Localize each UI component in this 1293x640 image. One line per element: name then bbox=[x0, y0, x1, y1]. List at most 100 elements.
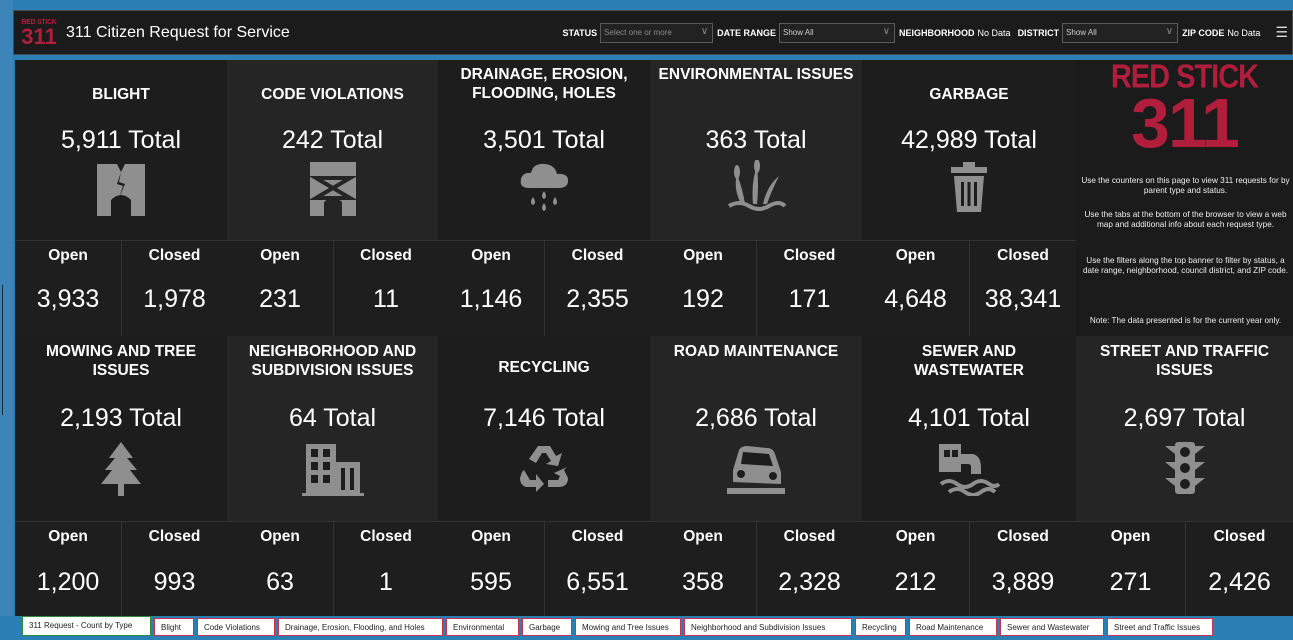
category-title: ROAD MAINTENANCE bbox=[673, 343, 839, 360]
category-total: 5,911 Total bbox=[60, 126, 181, 154]
zip-code-value[interactable]: No Data bbox=[1227, 28, 1260, 38]
tab-sewer-and-wastewater[interactable]: Sewer and Wastewater bbox=[1000, 618, 1104, 636]
chevron-down-icon: ∨ bbox=[882, 25, 891, 37]
open-count-sewer-and-wastewater[interactable]: Open 212 bbox=[862, 521, 969, 616]
tab-environmental[interactable]: Environmental bbox=[446, 618, 519, 636]
tile-environmental-issues[interactable]: ENVIRONMENTAL ISSUES 363 Total bbox=[650, 60, 862, 240]
category-title: GARBAGE bbox=[929, 86, 1009, 103]
open-count-code-violations[interactable]: Open 231 bbox=[227, 240, 333, 336]
closed-label: Closed bbox=[148, 528, 201, 545]
date-range-value: Show All bbox=[783, 27, 814, 37]
closed-label: Closed bbox=[783, 247, 836, 264]
car-pothole-icon bbox=[723, 440, 789, 501]
rain-cloud-icon bbox=[517, 160, 571, 219]
open-count-drainage-erosion-flooding-holes[interactable]: Open 1,146 bbox=[438, 240, 544, 336]
closed-value: 2,426 bbox=[1208, 568, 1271, 596]
open-value: 63 bbox=[266, 568, 294, 596]
closed-label: Closed bbox=[148, 247, 201, 264]
tile-road-maintenance[interactable]: ROAD MAINTENANCE 2,686 Total bbox=[650, 336, 862, 521]
app-header: RED STICK 311 311 Citizen Request for Se… bbox=[13, 10, 1293, 55]
neighborhood-label: NEIGHBORHOOD bbox=[899, 27, 975, 38]
open-value: 1,146 bbox=[459, 285, 523, 313]
open-count-environmental-issues[interactable]: Open 192 bbox=[650, 240, 756, 336]
category-title: CODE VIOLATIONS bbox=[261, 86, 404, 103]
category-title: STREET AND TRAFFIC ISSUES bbox=[1099, 343, 1270, 379]
closed-count-neighborhood-and-subdivision-issues[interactable]: Closed 1 bbox=[333, 521, 438, 616]
tile-blight[interactable]: BLIGHT 5,911 Total bbox=[15, 60, 227, 240]
chevron-down-icon: ∨ bbox=[700, 25, 709, 37]
tab-street-and-traffic-issues[interactable]: Street and Traffic Issues bbox=[1107, 618, 1213, 636]
tile-drainage-erosion-flooding-holes[interactable]: DRAINAGE, EROSION, FLOODING, HOLES 3,501 … bbox=[438, 60, 650, 240]
tab-mowing-and-tree-issues[interactable]: Mowing and Tree Issues bbox=[575, 618, 681, 636]
closed-count-drainage-erosion-flooding-holes[interactable]: Closed 2,355 bbox=[544, 240, 650, 336]
category-total: 4,101 Total bbox=[908, 404, 1030, 432]
date-range-label: DATE RANGE bbox=[717, 27, 777, 38]
category-total: 7,146 Total bbox=[483, 404, 605, 432]
tab-neighborhood-and-subdivision-issues[interactable]: Neighborhood and Subdivision Issues bbox=[684, 618, 852, 636]
category-title: DRAINAGE, EROSION, FLOODING, HOLES bbox=[460, 66, 628, 102]
tile-code-violations[interactable]: CODE VIOLATIONS 242 Total bbox=[227, 60, 438, 240]
open-count-garbage[interactable]: Open 4,648 bbox=[862, 240, 969, 336]
closed-label: Closed bbox=[997, 247, 1049, 264]
open-count-blight[interactable]: Open 3,933 bbox=[15, 240, 121, 336]
tab-road-maintenance[interactable]: Road Maintenance bbox=[909, 618, 997, 636]
open-count-street-and-traffic-issues[interactable]: Open 271 bbox=[1076, 521, 1185, 616]
closed-count-recycling[interactable]: Closed 6,551 bbox=[544, 521, 650, 616]
closed-label: Closed bbox=[571, 247, 624, 264]
tile-sewer-and-wastewater[interactable]: SEWER AND WASTEWATER 4,101 Total bbox=[862, 336, 1076, 521]
closed-label: Closed bbox=[360, 247, 412, 264]
tab-recycling[interactable]: Recycling bbox=[855, 618, 906, 636]
category-title: BLIGHT bbox=[92, 86, 150, 103]
tab-311-request-count-by-type[interactable]: 311 Request - Count by Type bbox=[22, 616, 151, 636]
open-count-recycling[interactable]: Open 595 bbox=[438, 521, 544, 616]
open-count-mowing-and-tree-issues[interactable]: Open 1,200 bbox=[15, 521, 121, 616]
recycle-icon bbox=[516, 440, 572, 499]
info-panel: RED STICK 311 Use the counters on this p… bbox=[1076, 60, 1293, 336]
closed-count-sewer-and-wastewater[interactable]: Closed 3,889 bbox=[969, 521, 1076, 616]
status-placeholder: Select one or more bbox=[604, 27, 672, 37]
closed-value: 1,978 bbox=[143, 285, 206, 313]
category-total: 2,686 Total bbox=[695, 404, 817, 432]
district-dropdown[interactable]: Show All ∨ bbox=[1062, 22, 1179, 43]
district-label: DISTRICT bbox=[1017, 27, 1060, 38]
tab-blight[interactable]: Blight bbox=[154, 618, 194, 636]
closed-count-code-violations[interactable]: Closed 11 bbox=[333, 240, 438, 336]
closed-count-road-maintenance[interactable]: Closed 2,328 bbox=[756, 521, 862, 616]
traffic-light-icon bbox=[1163, 440, 1207, 501]
category-total: 242 Total bbox=[281, 126, 383, 154]
logo-bottom-text: 311 bbox=[21, 23, 57, 49]
status-dropdown[interactable]: Select one or more ∨ bbox=[600, 22, 714, 43]
menu-icon[interactable]: ☰ bbox=[1275, 24, 1288, 41]
tab-code-violations[interactable]: Code Violations bbox=[197, 618, 275, 636]
closed-count-environmental-issues[interactable]: Closed 171 bbox=[756, 240, 862, 336]
grass-icon bbox=[723, 159, 789, 221]
open-value: 192 bbox=[682, 285, 724, 313]
tile-street-and-traffic-issues[interactable]: STREET AND TRAFFIC ISSUES 2,697 Total bbox=[1076, 336, 1293, 521]
open-label: Open bbox=[1110, 528, 1151, 545]
closed-count-street-and-traffic-issues[interactable]: Closed 2,426 bbox=[1185, 521, 1293, 616]
closed-value: 993 bbox=[153, 568, 196, 596]
open-value: 271 bbox=[1109, 568, 1152, 596]
tile-garbage[interactable]: GARBAGE 42,989 Total bbox=[862, 60, 1076, 240]
category-title: MOWING AND TREE ISSUES bbox=[45, 343, 197, 379]
tab-drainage-erosion-flooding-and-holes[interactable]: Drainage, Erosion, Flooding, and Holes bbox=[278, 618, 443, 636]
open-value: 1,200 bbox=[36, 568, 100, 596]
closed-count-mowing-and-tree-issues[interactable]: Closed 993 bbox=[121, 521, 227, 616]
tile-recycling[interactable]: RECYCLING 7,146 Total bbox=[438, 336, 650, 521]
app-title: 311 Citizen Request for Service bbox=[66, 23, 290, 41]
tile-mowing-and-tree-issues[interactable]: MOWING AND TREE ISSUES 2,193 Total bbox=[15, 336, 227, 521]
category-title: NEIGHBORHOOD AND SUBDIVISION ISSUES bbox=[248, 343, 417, 379]
open-label: Open bbox=[895, 528, 936, 545]
date-range-dropdown[interactable]: Show All ∨ bbox=[779, 22, 896, 43]
collapse-handle[interactable] bbox=[2, 285, 12, 415]
open-value: 212 bbox=[894, 568, 937, 596]
tile-neighborhood-and-subdivision-issues[interactable]: NEIGHBORHOOD AND SUBDIVISION ISSUES 64 To… bbox=[227, 336, 438, 521]
neighborhood-value[interactable]: No Data bbox=[978, 28, 1011, 38]
open-count-road-maintenance[interactable]: Open 358 bbox=[650, 521, 756, 616]
closed-count-garbage[interactable]: Closed 38,341 bbox=[969, 240, 1076, 336]
info-logo: RED STICK 311 bbox=[1076, 60, 1293, 158]
open-count-neighborhood-and-subdivision-issues[interactable]: Open 63 bbox=[227, 521, 333, 616]
closed-value: 2,328 bbox=[778, 568, 841, 596]
closed-count-blight[interactable]: Closed 1,978 bbox=[121, 240, 227, 336]
tab-garbage[interactable]: Garbage bbox=[522, 618, 572, 636]
